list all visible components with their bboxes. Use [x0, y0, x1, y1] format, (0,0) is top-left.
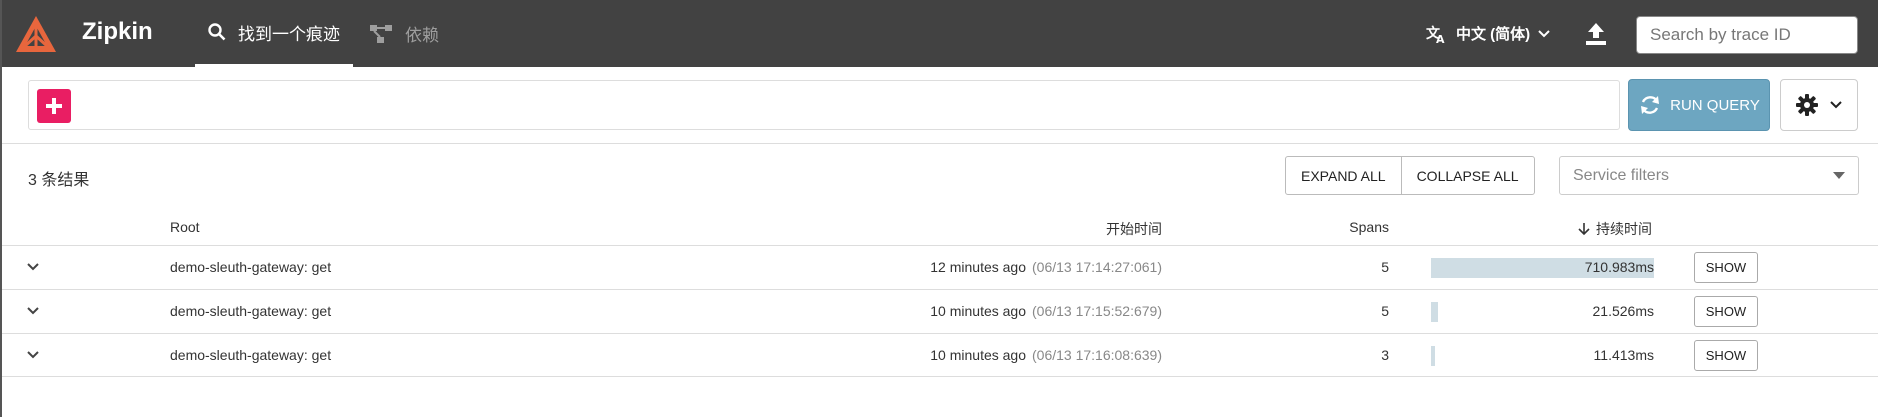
collapse-all-button[interactable]: COLLAPSE ALL [1400, 157, 1534, 194]
trace-root-name: demo-sleuth-gateway: get [170, 303, 332, 319]
trace-duration: 11.413ms [1593, 347, 1654, 363]
duration-bar-track: 710.983ms [1431, 258, 1654, 278]
app-brand[interactable]: Zipkin [82, 18, 153, 46]
column-header-start-time[interactable]: 开始时间 [1106, 219, 1162, 239]
dependencies-icon [370, 24, 392, 43]
trace-span-count: 3 [1381, 347, 1389, 363]
duration-bar-track: 11.413ms [1431, 346, 1654, 366]
duration-bar [1431, 302, 1438, 322]
trace-start-time: 10 minutes ago (06/13 17:16:08:639) [930, 347, 1162, 363]
language-selector[interactable]: 文 A 中文 (简体) [1426, 23, 1550, 44]
svg-text:A: A [1436, 33, 1445, 44]
language-label: 中文 (简体) [1456, 26, 1531, 43]
run-query-label: RUN QUERY [1670, 96, 1760, 114]
page: Zipkin 找到一个痕迹 依赖 文 A 中文 (简体) Search by t… [0, 0, 1878, 417]
sort-descending-icon [1578, 223, 1590, 236]
expand-chevron-icon[interactable] [26, 260, 40, 274]
show-trace-button[interactable]: SHOW [1694, 296, 1758, 327]
expand-collapse-group: EXPAND ALL COLLAPSE ALL [1285, 156, 1535, 195]
trace-root-name: demo-sleuth-gateway: get [170, 259, 332, 275]
trace-relative-time: 10 minutes ago [930, 347, 1026, 363]
trace-duration: 21.526ms [1592, 303, 1654, 319]
trace-timestamp: (06/13 17:16:08:639) [1032, 347, 1162, 363]
trace-relative-time: 12 minutes ago [930, 259, 1026, 275]
trace-row[interactable]: demo-sleuth-gateway: get 10 minutes ago (… [2, 289, 1878, 333]
tab-find-trace-label: 找到一个痕迹 [238, 24, 340, 44]
tab-dependencies[interactable]: 依赖 [369, 0, 439, 67]
refresh-icon [1641, 96, 1660, 114]
translate-icon: 文 A [1426, 25, 1445, 44]
duration-bar [1431, 346, 1435, 366]
trace-timestamp: (06/13 17:15:52:679) [1032, 303, 1162, 319]
trace-row[interactable]: demo-sleuth-gateway: get 12 minutes ago (… [2, 245, 1878, 289]
dropdown-arrow-icon [1833, 172, 1845, 179]
query-criteria-bar[interactable] [28, 80, 1620, 130]
trace-relative-time: 10 minutes ago [930, 303, 1026, 319]
service-filters-placeholder: Service filters [1573, 166, 1670, 184]
trace-row[interactable]: demo-sleuth-gateway: get 10 minutes ago (… [2, 333, 1878, 377]
upload-icon[interactable] [1585, 22, 1607, 46]
trace-duration: 710.983ms [1584, 259, 1654, 275]
expand-chevron-icon[interactable] [26, 348, 40, 362]
settings-button[interactable] [1780, 79, 1858, 131]
trace-timestamp: (06/13 17:14:27:061) [1032, 259, 1162, 275]
top-navbar: Zipkin 找到一个痕迹 依赖 文 A 中文 (简体) [2, 0, 1878, 67]
add-criteria-button[interactable] [37, 89, 71, 123]
trace-span-count: 5 [1381, 303, 1389, 319]
duration-header-label: 持续时间 [1596, 221, 1652, 237]
chevron-down-icon [1830, 101, 1842, 109]
trace-start-time: 12 minutes ago (06/13 17:14:27:061) [930, 259, 1162, 275]
duration-bar-track: 21.526ms [1431, 302, 1654, 322]
zipkin-logo-icon[interactable] [14, 14, 58, 54]
trace-span-count: 5 [1381, 259, 1389, 275]
results-count: 3 条结果 [28, 172, 90, 189]
expand-all-button[interactable]: EXPAND ALL [1286, 157, 1401, 194]
plus-icon [46, 98, 62, 114]
show-trace-button[interactable]: SHOW [1694, 340, 1758, 371]
section-divider [2, 143, 1878, 144]
gear-icon [1796, 94, 1818, 116]
search-icon [208, 23, 226, 41]
show-trace-button[interactable]: SHOW [1694, 252, 1758, 283]
run-query-button[interactable]: RUN QUERY [1628, 79, 1770, 131]
chevron-down-icon [1538, 29, 1550, 37]
tab-find-trace[interactable]: 找到一个痕迹 [195, 0, 353, 67]
trace-root-name: demo-sleuth-gateway: get [170, 347, 332, 363]
service-filters-select[interactable]: Service filters [1559, 156, 1859, 195]
column-header-spans[interactable]: Spans [1349, 219, 1389, 235]
trace-id-search-input[interactable] [1636, 16, 1858, 54]
tab-dependencies-label: 依赖 [405, 26, 439, 45]
column-header-root[interactable]: Root [170, 219, 200, 235]
column-header-duration[interactable]: 持续时间 [1578, 219, 1652, 239]
trace-start-time: 10 minutes ago (06/13 17:15:52:679) [930, 303, 1162, 319]
expand-chevron-icon[interactable] [26, 304, 40, 318]
